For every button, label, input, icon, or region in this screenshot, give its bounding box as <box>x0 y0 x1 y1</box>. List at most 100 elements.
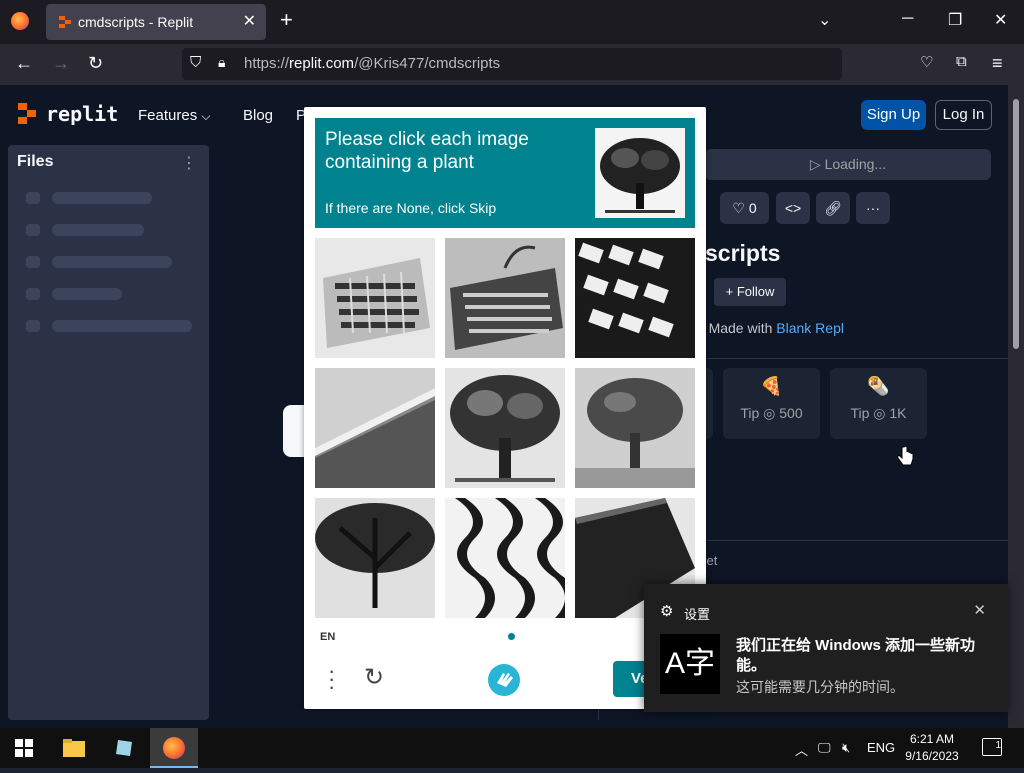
windows-icon <box>15 739 33 757</box>
nav-features[interactable]: Features ⌵ <box>138 107 210 124</box>
log-in-button[interactable]: Log In <box>935 100 992 130</box>
restore-icon[interactable]: ❐ <box>948 10 962 30</box>
lock-icon[interactable]: 🔒︎ <box>218 54 225 71</box>
notification-app-name: 设置 <box>684 607 711 622</box>
logo-text: replit <box>46 102 119 126</box>
clock[interactable]: 6:21 AM 9/16/2023 <box>896 731 968 765</box>
tip-label: Tip ◎ 500 <box>740 405 803 421</box>
address-bar[interactable]: ⛉ 🔒︎ https://replit.com/@Kris477/cmdscri… <box>182 48 842 80</box>
tab-close-icon[interactable]: ✕ <box>243 11 256 31</box>
divider <box>700 358 1008 359</box>
sign-up-button[interactable]: Sign Up <box>861 100 926 130</box>
pizza-icon: 🍕 <box>760 376 783 396</box>
follow-button[interactable]: + Follow <box>714 278 786 306</box>
like-button[interactable]: ♡ 0 <box>720 192 769 224</box>
hand-cursor-icon <box>897 446 914 466</box>
skeleton-icon <box>26 224 40 236</box>
firefox-menu-icon[interactable] <box>11 12 29 30</box>
nav-blog[interactable]: Blog <box>243 107 273 124</box>
volume-muted-icon[interactable]: 🔇︎ <box>842 740 850 756</box>
skeleton-line <box>52 288 122 300</box>
files-panel: Files ⋮ <box>8 145 209 720</box>
window-close-icon[interactable]: ✕ <box>994 10 1007 30</box>
repl-title: scripts <box>705 240 781 266</box>
skeleton-line <box>52 320 192 332</box>
blank-repl-link[interactable]: Blank Repl <box>776 320 844 336</box>
clock-date: 9/16/2023 <box>905 749 959 763</box>
back-icon[interactable]: ← <box>15 53 33 74</box>
input-language[interactable]: ENG <box>867 740 895 755</box>
example-tree-image <box>595 128 685 218</box>
captcha-tile-laptop[interactable] <box>315 368 435 488</box>
scrollbar-thumb[interactable] <box>1013 99 1019 349</box>
notification-body: 这可能需要几分钟的时间。 <box>736 679 904 695</box>
burrito-icon: 🌯 <box>867 376 890 396</box>
captcha-prompt: Please click each image containing a pla… <box>325 129 529 173</box>
captcha-header: Please click each image containing a pla… <box>315 118 695 228</box>
app-icon[interactable] <box>100 728 148 768</box>
link-icon[interactable]: 🔗︎ <box>816 192 850 224</box>
tip-button-500[interactable]: 🍕 Tip ◎ 500 <box>723 368 820 439</box>
captcha-tile-tree[interactable] <box>575 368 695 488</box>
new-tab-button[interactable]: + <box>280 9 293 31</box>
captcha-page-dot <box>508 633 515 640</box>
replit-favicon-icon <box>59 16 71 28</box>
captcha-tile-zebra-pattern[interactable] <box>445 498 565 618</box>
captcha-tile-tree[interactable] <box>445 368 565 488</box>
captcha-tile-keyboard[interactable] <box>315 238 435 358</box>
language-icon: A字 <box>660 634 720 694</box>
hcaptcha-logo-icon[interactable] <box>487 663 521 697</box>
skeleton-icon <box>26 192 40 204</box>
tip-button-1k[interactable]: 🌯 Tip ◎ 1K <box>830 368 927 439</box>
clock-time: 6:21 AM <box>909 732 955 746</box>
tab-title: cmdscripts - Replit <box>78 14 194 30</box>
scrollbar[interactable] <box>1008 85 1024 728</box>
file-explorer-icon[interactable] <box>50 728 98 768</box>
pocket-icon[interactable]: ♡ <box>920 53 933 71</box>
browser-tab-strip: cmdscripts - Replit ✕ + ⌄ ─ ❐ ✕ <box>0 0 1024 44</box>
run-loading-bar: ▷ Loading... <box>705 149 991 180</box>
list-tabs-icon[interactable]: ⌄ <box>818 10 831 30</box>
taskbar: ︿ 🖵︎ 🔇︎ ENG 6:21 AM 9/16/2023 1 <box>0 728 1024 768</box>
captcha-language[interactable]: EN <box>320 631 335 643</box>
skeleton-icon <box>26 256 40 268</box>
chevron-down-icon: ⌵ <box>201 109 211 123</box>
notification-center-icon[interactable]: 1 <box>982 738 1002 756</box>
skeleton-line <box>52 224 144 236</box>
reload-icon[interactable]: ↻ <box>88 53 103 74</box>
start-button[interactable] <box>0 728 48 768</box>
forward-icon[interactable]: → <box>52 53 70 74</box>
refresh-icon[interactable]: ↻ <box>364 663 384 692</box>
replit-logo[interactable]: replit <box>18 102 118 126</box>
captcha-skip-hint: If there are None, click Skip <box>325 200 497 216</box>
network-icon[interactable]: 🖵︎ <box>818 740 831 756</box>
captcha-tile-tree[interactable] <box>315 498 435 618</box>
divider <box>700 540 1008 541</box>
tip-label: Tip ◎ 1K <box>850 405 907 421</box>
app-menu-icon[interactable]: ≡ <box>992 53 1003 74</box>
made-with: · Made with Blank Repl <box>700 320 844 336</box>
minimize-icon[interactable]: ─ <box>902 10 913 28</box>
skeleton-line <box>52 256 172 268</box>
captcha-image-grid <box>315 238 695 618</box>
close-icon[interactable]: ✕ <box>973 601 986 619</box>
replit-logo-icon <box>18 103 38 125</box>
windows-notification[interactable]: ⚙ 设置 ✕ A字 我们正在给 Windows 添加一些新功能。 这可能需要几分… <box>644 584 1008 712</box>
skeleton-icon <box>26 320 40 332</box>
skeleton-line <box>52 192 152 204</box>
firefox-taskbar-icon[interactable] <box>150 728 198 768</box>
extensions-icon[interactable]: ⧉ <box>956 53 967 70</box>
tray-chevron-icon[interactable]: ︿ <box>795 740 808 759</box>
notification-title: 我们正在给 Windows 添加一些新功能。 <box>736 637 976 674</box>
gear-icon: ⚙ <box>660 603 674 620</box>
captcha-tile-keyboard[interactable] <box>575 238 695 358</box>
code-icon[interactable]: <> <box>776 192 810 224</box>
shield-icon[interactable]: ⛉ <box>190 54 201 71</box>
url-text: https://replit.com/@Kris477/cmdscripts <box>244 55 501 72</box>
captcha-tile-keyboard[interactable] <box>445 238 565 358</box>
files-header: Files <box>17 153 54 170</box>
files-menu-icon[interactable]: ⋮ <box>181 153 197 173</box>
more-icon[interactable]: ··· <box>856 192 890 224</box>
browser-tab[interactable]: cmdscripts - Replit ✕ <box>46 4 266 40</box>
captcha-menu-icon[interactable]: · · · <box>328 660 335 698</box>
